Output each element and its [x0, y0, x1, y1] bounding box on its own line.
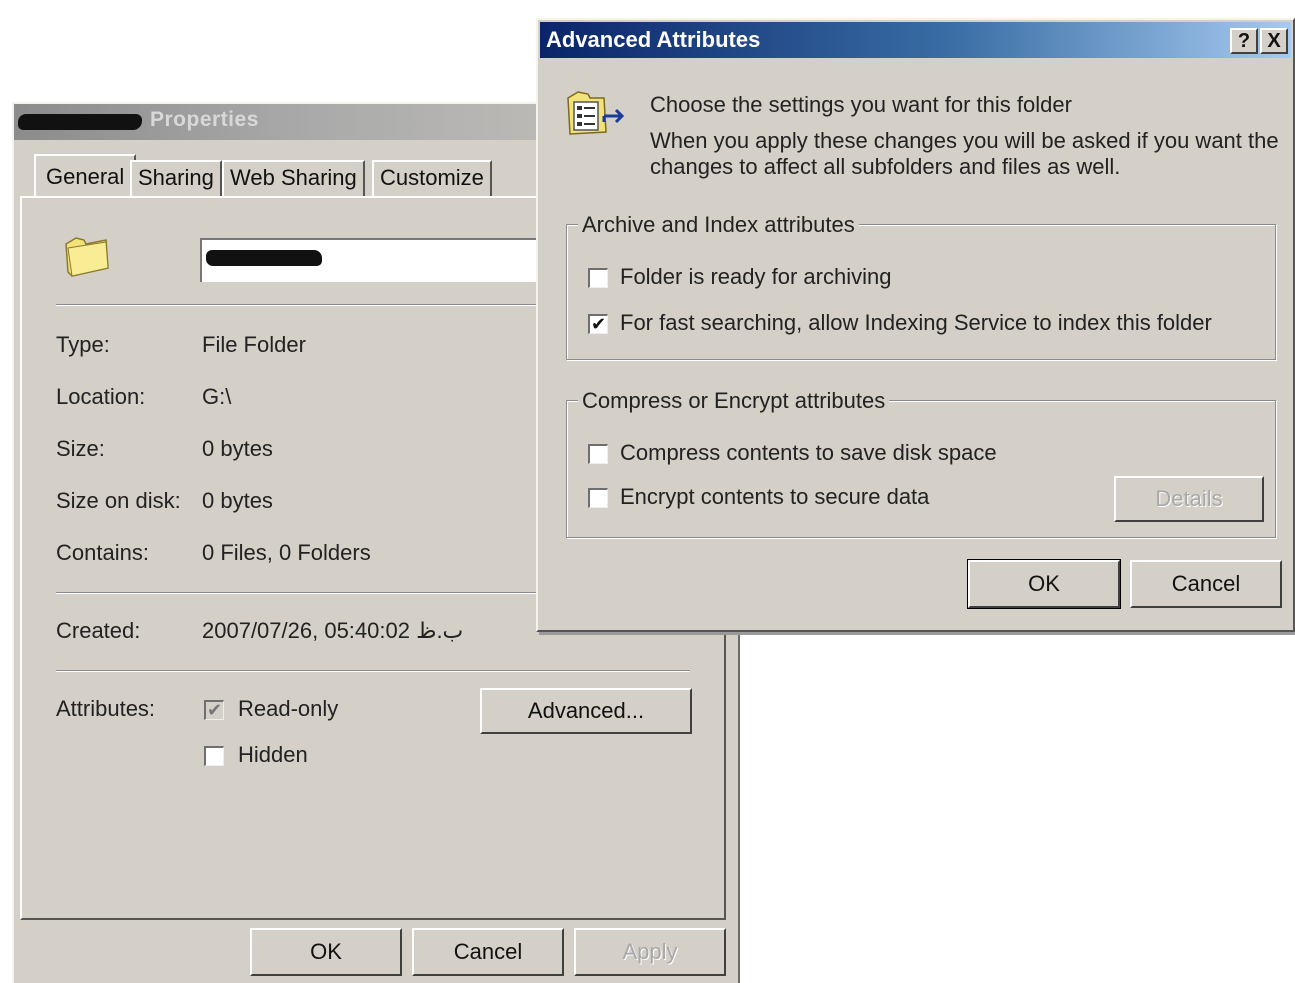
size-label: Size: [56, 436, 105, 461]
tab-web-sharing[interactable]: Web Sharing [222, 160, 365, 196]
details-button[interactable]: Details [1114, 476, 1264, 522]
contains-label: Contains: [56, 540, 149, 565]
indexing-label: For fast searching, allow Indexing Servi… [620, 310, 1212, 335]
encrypt-checkbox[interactable] [588, 488, 608, 508]
properties-title: Properties [150, 108, 259, 131]
read-only-label: Read-only [238, 696, 339, 721]
ok-button[interactable]: OK [250, 928, 402, 976]
advanced-button[interactable]: Advanced... [480, 688, 692, 734]
redacted-folder-name [18, 114, 142, 130]
created-label: Created: [56, 618, 141, 643]
location-value: G:\ [202, 384, 232, 409]
archive-index-group [566, 224, 1276, 360]
folder-icon [65, 237, 109, 277]
divider [56, 592, 546, 594]
size-on-disk-label: Size on disk: [56, 488, 181, 513]
archive-index-legend: Archive and Index attributes [578, 212, 859, 238]
description-line-2: changes to affect all subfolders and fil… [650, 154, 1121, 179]
close-button[interactable]: X [1260, 28, 1288, 54]
size-value: 0 bytes [202, 436, 273, 461]
read-only-checkbox[interactable]: ✔ [204, 700, 224, 720]
apply-button[interactable]: Apply [574, 928, 726, 976]
advanced-titlebar[interactable]: Advanced Attributes ? X [540, 22, 1291, 58]
compress-encrypt-legend: Compress or Encrypt attributes [578, 388, 890, 414]
description-line-1: When you apply these changes you will be… [650, 128, 1279, 153]
type-value: File Folder [202, 332, 306, 357]
hidden-label: Hidden [238, 742, 308, 767]
advanced-attributes-dialog: Advanced Attributes ? X Choose the setti… [536, 18, 1295, 632]
tab-sharing[interactable]: Sharing [130, 160, 222, 196]
cancel-button[interactable]: Cancel [412, 928, 564, 976]
created-value: 2007/07/26, 05:40:02 ب.ظ [202, 618, 464, 643]
help-button[interactable]: ? [1230, 28, 1258, 54]
contains-value: 0 Files, 0 Folders [202, 540, 371, 565]
indexing-checkbox[interactable]: ✔ [588, 314, 608, 334]
folder-name-input[interactable] [200, 238, 560, 282]
divider [56, 670, 690, 672]
cancel-button[interactable]: Cancel [1130, 560, 1282, 608]
advanced-title: Advanced Attributes [546, 27, 761, 52]
folder-settings-icon [567, 91, 625, 135]
divider [56, 304, 546, 306]
encrypt-label: Encrypt contents to secure data [620, 484, 930, 509]
archiving-label: Folder is ready for archiving [620, 264, 892, 289]
tab-customize[interactable]: Customize [372, 160, 492, 196]
location-label: Location: [56, 384, 146, 409]
hidden-checkbox[interactable] [204, 746, 224, 766]
compress-label: Compress contents to save disk space [620, 440, 997, 465]
size-on-disk-value: 0 bytes [202, 488, 273, 513]
type-label: Type: [56, 332, 110, 357]
intro-text: Choose the settings you want for this fo… [650, 92, 1072, 117]
compress-checkbox[interactable] [588, 444, 608, 464]
redacted-name-text [206, 250, 322, 266]
archiving-checkbox[interactable] [588, 268, 608, 288]
attributes-label: Attributes: [56, 696, 156, 721]
tab-general[interactable]: General [34, 154, 137, 198]
ok-button[interactable]: OK [967, 559, 1121, 609]
